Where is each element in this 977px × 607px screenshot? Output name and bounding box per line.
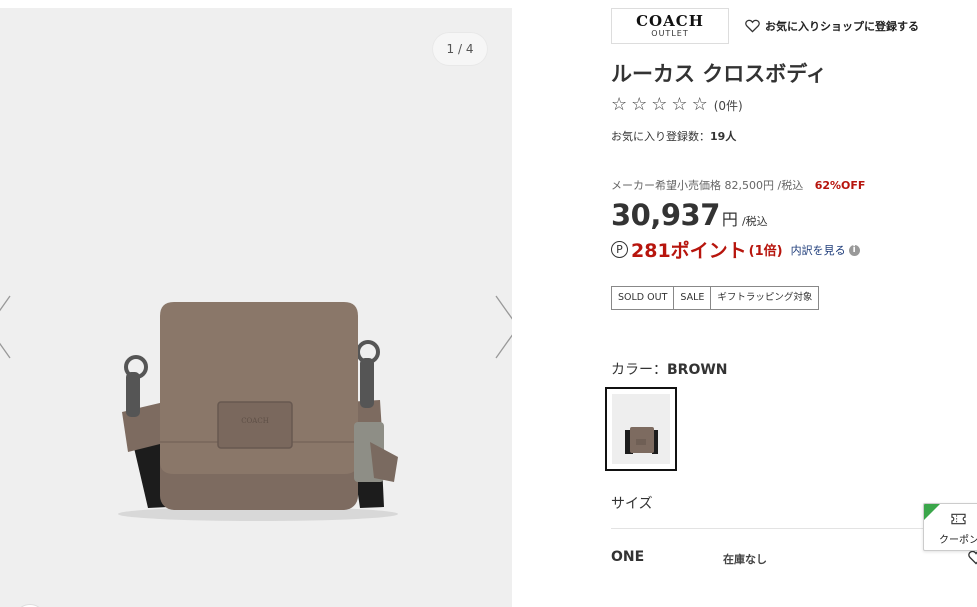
price-unit: 円 [721,210,738,229]
info-icon: i [848,245,860,256]
rating-stars[interactable]: ☆ ☆ ☆ ☆ ☆ (0件) [611,95,743,115]
product-image: COACH [118,302,398,521]
price-tax: /税込 [741,215,768,228]
coupon-corner-mark [924,504,940,520]
points-breakdown-label: 内訳を見る [790,243,846,257]
heart-icon [968,550,977,565]
size-favorite-button[interactable] [968,550,977,569]
star-icon: ☆ [671,94,688,115]
point-icon: P [611,241,628,258]
favorite-count: お気に入り登録数：19人 [611,128,736,144]
price-value: 30,937 [611,198,720,232]
brand-logo-sub: OUTLET [651,29,689,38]
prev-image-button[interactable] [0,294,12,364]
chevron-left-icon [0,295,11,359]
tag-sold-out: SOLD OUT [612,287,675,309]
swatch-bag-thumbnail [625,427,658,454]
discount-badge: 62%OFF [814,179,866,192]
bag-logo-text: COACH [241,417,269,425]
size-option[interactable]: ONE [611,549,644,565]
favorite-shop-label: お気に入りショップに登録する [765,20,919,33]
star-icon: ☆ [691,94,708,115]
brand-logo-main: COACH [636,12,704,30]
heart-icon [745,19,760,33]
swatch-image [612,394,670,464]
image-counter: 1 / 4 [432,32,488,66]
sale-price: 30,937 円/税込 [611,198,768,232]
favorite-count-label: お気に入り登録数： [611,130,710,143]
chevron-right-icon [495,295,512,359]
coupon-icon [951,513,966,525]
favorite-count-value: 19人 [710,130,737,143]
review-count[interactable]: (0件) [714,97,743,114]
color-swatch-brown[interactable] [605,387,677,471]
favorite-shop-button[interactable]: お気に入りショップに登録する [745,18,919,34]
star-icon: ☆ [651,94,668,115]
stock-status: 在庫なし [723,553,767,566]
list-price: メーカー希望小売価格 82,500円 /税込 [611,179,804,192]
star-icon: ☆ [611,94,628,115]
tag-sale: SALE [674,287,712,309]
brand-logo[interactable]: COACH OUTLET [611,8,729,44]
product-tags: SOLD OUT SALE ギフトラッピング対象 [611,286,820,310]
tag-gift-wrap: ギフトラッピング対象 [717,292,813,303]
color-label: カラー： [611,362,667,378]
points-multiplier: (1倍) [748,244,783,259]
size-label: サイズ [611,496,653,512]
coupon-label: クーポン [939,535,977,546]
coupon-button[interactable]: クーポン [923,503,977,551]
product-image-gallery: 1 / 4 COACH [0,8,512,607]
product-title: ルーカス クロスボディ [611,62,827,86]
color-value: BROWN [667,362,728,378]
color-selector-label: カラー：BROWN [611,359,728,379]
list-price-row: メーカー希望小売価格 82,500円 /税込 62%OFF [611,177,865,193]
points-breakdown-link[interactable]: 内訳を見る i [791,242,860,258]
star-icon: ☆ [631,94,648,115]
points-value: 281ポイント [631,240,747,262]
points-row: P 281ポイント (1倍) 内訳を見る i [611,236,860,263]
next-image-button[interactable] [494,294,512,364]
